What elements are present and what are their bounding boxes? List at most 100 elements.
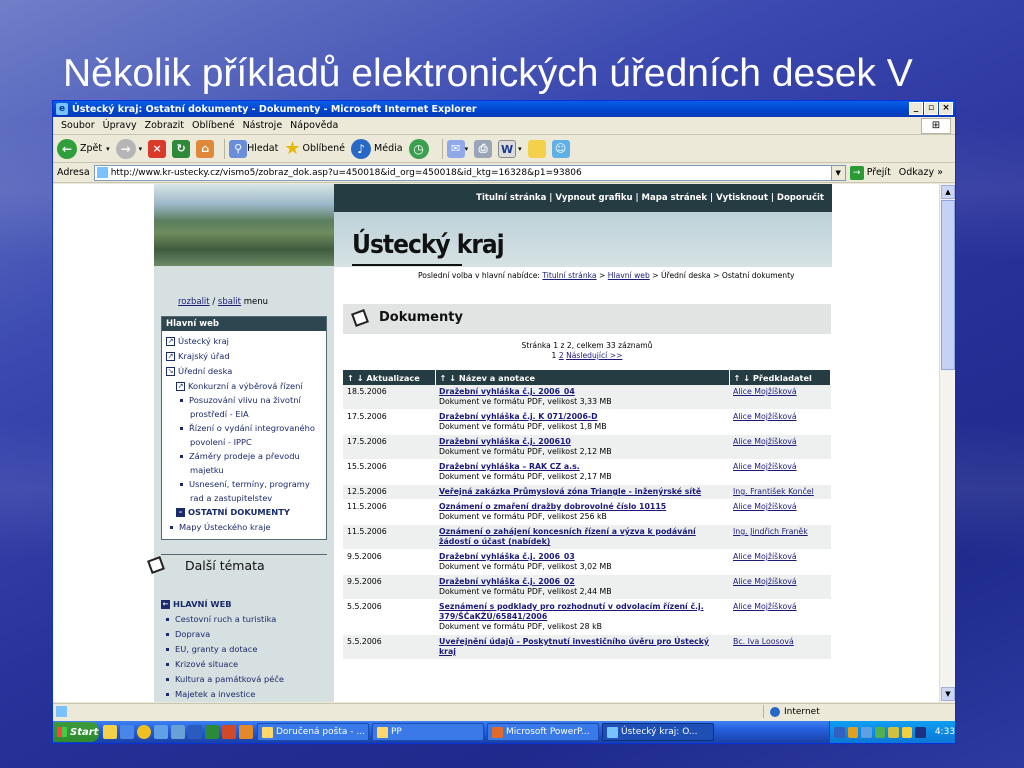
- window-titlebar[interactable]: e Ústecký kraj: Ostatní dokumenty - Doku…: [53, 101, 955, 117]
- media-player-icon[interactable]: [137, 725, 151, 739]
- desktop-icon[interactable]: [171, 725, 185, 739]
- forward-button[interactable]: → ▾: [115, 138, 142, 159]
- stop-button[interactable]: ×: [148, 139, 167, 158]
- tray-icon[interactable]: [888, 726, 899, 738]
- taskbar-item-powerpoint[interactable]: Microsoft PowerP...: [487, 723, 599, 741]
- tray-icon[interactable]: [847, 726, 859, 738]
- close-button[interactable]: ×: [939, 102, 953, 115]
- tray-icon[interactable]: [874, 726, 886, 738]
- scroll-thumb[interactable]: [941, 200, 955, 370]
- tray-icon[interactable]: [861, 726, 872, 738]
- scroll-down-icon[interactable]: ▼: [941, 687, 955, 701]
- refresh-button[interactable]: ↻: [172, 139, 191, 158]
- minimize-button[interactable]: _: [909, 102, 923, 115]
- topic-majetek[interactable]: Majetek a investice: [166, 687, 255, 701]
- sort-date-header[interactable]: ↑ ↓ Aktualizace: [343, 370, 436, 385]
- next-page-link[interactable]: Následující >>: [566, 351, 622, 360]
- author-link[interactable]: Alice Mojžíšková: [733, 387, 797, 396]
- menu-soubor[interactable]: Soubor: [61, 120, 95, 131]
- topic-hlavni-web[interactable]: ← HLAVNÍ WEB: [161, 597, 232, 611]
- search-button[interactable]: ⚲ Hledat: [229, 139, 278, 158]
- nav-item-konkurzni[interactable]: ↗ Konkurzní a výběrová řízení: [176, 379, 303, 393]
- back-button[interactable]: ← Zpět ▾: [57, 138, 110, 159]
- powerpoint-icon[interactable]: [222, 725, 236, 739]
- breadcrumb-main-web[interactable]: Hlavní web: [608, 271, 650, 280]
- tray-icon[interactable]: [901, 726, 913, 738]
- author-link[interactable]: Alice Mojžíšková: [733, 462, 797, 471]
- document-link[interactable]: Dražební vyhláška č.j. 2006_04: [439, 387, 725, 397]
- nav-item-usneseni[interactable]: Usnesení, termíny, programy: [180, 477, 310, 491]
- nav-item-ostatni-dokumenty[interactable]: – OSTATNÍ DOKUMENTY: [176, 505, 290, 519]
- topic-cestovni-ruch[interactable]: Cestovní ruch a turistika: [166, 612, 276, 626]
- mail-button[interactable]: ✉ ▾: [446, 139, 468, 158]
- taskbar-item-pp[interactable]: PP: [372, 723, 484, 741]
- discuss-button[interactable]: [527, 139, 546, 158]
- top-navigation[interactable]: Titulní stránka | Vypnout grafiku | Mapa…: [334, 184, 832, 212]
- home-button[interactable]: ⌂: [196, 139, 215, 158]
- scroll-up-icon[interactable]: ▲: [941, 185, 955, 199]
- topic-doprava[interactable]: Doprava: [166, 627, 210, 641]
- page-2-link[interactable]: 2: [559, 351, 564, 360]
- author-link[interactable]: Alice Mojžíšková: [733, 602, 797, 611]
- access-icon[interactable]: [239, 725, 253, 739]
- document-link[interactable]: Dražební vyhláška č.j. 2006_02: [439, 577, 725, 587]
- history-button[interactable]: ◷: [408, 138, 432, 159]
- go-button[interactable]: → Přejít: [849, 165, 891, 180]
- breadcrumb-home[interactable]: Titulní stránka: [542, 271, 596, 280]
- document-link[interactable]: Dražební vyhláška – RAK CZ a.s.: [439, 462, 725, 472]
- nav-item-uredni-deska[interactable]: ↘ Úřední deska: [166, 364, 232, 378]
- document-link[interactable]: Veřejná zakázka Průmyslová zóna Triangle…: [439, 487, 725, 497]
- nav-item-ustecky-kraj[interactable]: ↗ Ústecký kraj: [166, 334, 229, 348]
- nav-item-usneseni-cont[interactable]: rad a zastupitelstev: [190, 491, 272, 505]
- document-link[interactable]: Oznámení o zahájení koncesních řízení a …: [439, 527, 725, 547]
- document-link[interactable]: Oznámení o zmaření dražby dobrovolné čís…: [439, 502, 725, 512]
- taskbar-item-ustecky-kraj[interactable]: Ústecký kraj: O...: [602, 723, 714, 741]
- author-link[interactable]: Alice Mojžíšková: [733, 577, 797, 586]
- nav-item-ippc[interactable]: Řízení o vydání integrovaného: [180, 421, 315, 435]
- ie-icon[interactable]: [120, 725, 134, 739]
- nav-item-eia-cont[interactable]: prostředí - EIA: [190, 407, 249, 421]
- document-link[interactable]: Dražební vyhláška č.j. K 071/2006-D: [439, 412, 725, 422]
- menu-oblibene[interactable]: Oblíbené: [192, 120, 235, 131]
- nav-item-mapy[interactable]: Mapy Ústeckého kraje: [170, 520, 271, 534]
- excel-icon[interactable]: [205, 725, 219, 739]
- address-dropdown-icon[interactable]: ▼: [830, 165, 845, 180]
- links-button[interactable]: Odkazy »: [899, 167, 943, 178]
- taskbar-item-mail[interactable]: Doručená pošta - ...: [257, 723, 369, 741]
- nav-item-eia[interactable]: Posuzování vlivu na životní: [180, 393, 301, 407]
- vertical-scrollbar[interactable]: ▲ ▼: [939, 184, 955, 702]
- media-button[interactable]: ♪ Média: [351, 138, 403, 159]
- sort-author-header[interactable]: ↑ ↓ Předkladatel: [729, 370, 831, 385]
- folder-icon[interactable]: [103, 725, 117, 739]
- document-link[interactable]: Dražební vyhláška č.j. 200610: [439, 437, 725, 447]
- nav-item-krajsky-urad[interactable]: ↗ Krajský úřad: [166, 349, 230, 363]
- nav-item-zamery-cont[interactable]: majetku: [190, 463, 224, 477]
- address-input[interactable]: http://www.kr-ustecky.cz/vismo5/zobraz_d…: [93, 164, 846, 181]
- word-icon[interactable]: [188, 725, 202, 739]
- author-link[interactable]: Bc. Iva Loosová: [733, 637, 794, 646]
- nav-item-zamery[interactable]: Záměry prodeje a převodu: [180, 449, 300, 463]
- author-link[interactable]: Alice Mojžíšková: [733, 502, 797, 511]
- author-link[interactable]: Ing. František Končel: [733, 487, 814, 496]
- topic-eu-granty[interactable]: EU, granty a dotace: [166, 642, 257, 656]
- print-button[interactable]: ⎙: [474, 139, 493, 158]
- nav-item-ippc-cont[interactable]: povolení - IPPC: [190, 435, 252, 449]
- start-button[interactable]: Start: [53, 722, 99, 742]
- menu-upravy[interactable]: Úpravy: [103, 120, 137, 131]
- author-link[interactable]: Alice Mojžíšková: [733, 412, 797, 421]
- topic-krizove-situace[interactable]: Krizové situace: [166, 657, 238, 671]
- topic-kultura[interactable]: Kultura a památková péče: [166, 672, 284, 686]
- favorites-button[interactable]: ★ Oblíbené: [284, 138, 345, 159]
- collapse-link[interactable]: sbalit: [218, 297, 241, 307]
- messenger-button[interactable]: ☺: [551, 139, 570, 158]
- tray-icon[interactable]: [834, 726, 845, 738]
- author-link[interactable]: Alice Mojžíšková: [733, 437, 797, 446]
- menu-napoveda[interactable]: Nápověda: [290, 120, 338, 131]
- document-link[interactable]: Uveřejnění údajů - Poskytnutí investiční…: [439, 637, 725, 657]
- author-link[interactable]: Ing. Jindřich Franěk: [733, 527, 808, 536]
- document-link[interactable]: Dražební vyhláška č.j. 2006_03: [439, 552, 725, 562]
- tray-icon[interactable]: [915, 726, 926, 738]
- menu-zobrazit[interactable]: Zobrazit: [145, 120, 184, 131]
- sort-title-header[interactable]: ↑ ↓ Název a anotace: [435, 370, 730, 385]
- outlook-icon[interactable]: [154, 725, 168, 739]
